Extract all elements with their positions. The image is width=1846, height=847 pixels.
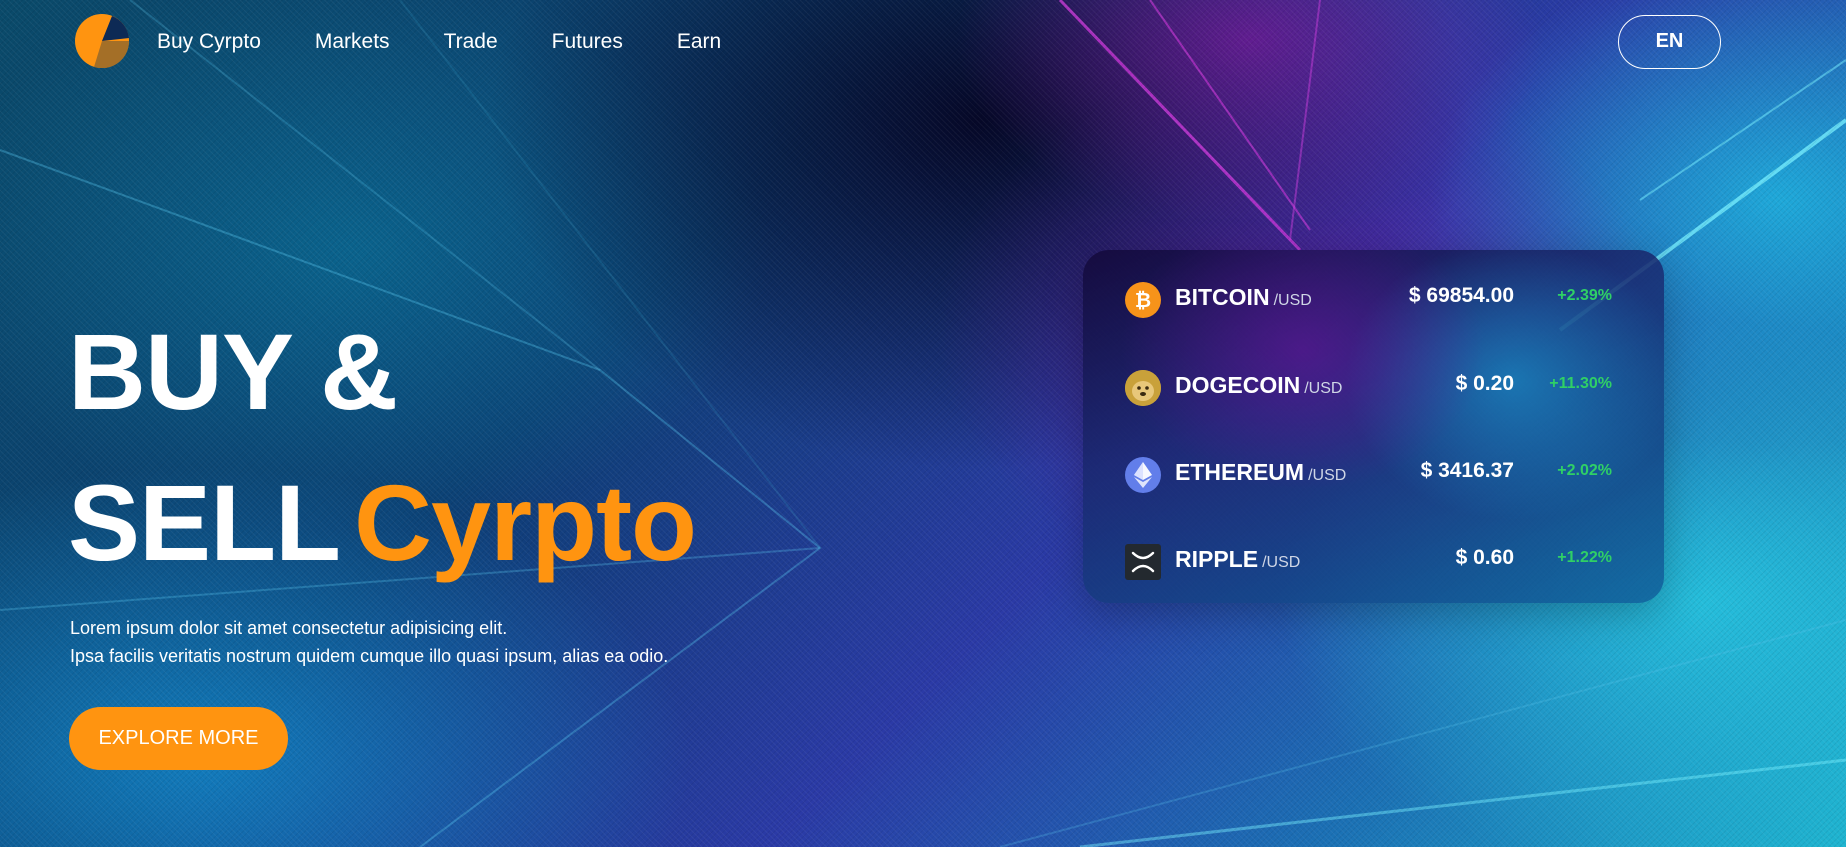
nav-link-markets[interactable]: Markets [315,30,390,54]
hero-description-line1: Lorem ipsum dolor sit amet consectetur a… [70,618,508,638]
price-row-dogecoin[interactable]: DOGECOIN/USD $ 0.20 +11.30% [1083,362,1664,412]
ethereum-icon [1125,457,1161,493]
coin-change: +1.22% [1557,549,1612,566]
nav-link-futures[interactable]: Futures [552,30,623,54]
ripple-icon [1125,544,1161,580]
coin-unit: /USD [1304,380,1343,397]
nav-link-earn[interactable]: Earn [677,30,721,54]
coin-name-text: RIPPLE [1175,546,1259,572]
svg-text:₿: ₿ [1135,289,1151,311]
coin-name: ETHEREUM/USD [1175,459,1346,486]
coin-unit: /USD [1273,292,1312,309]
coin-name-text: BITCOIN [1175,284,1270,310]
hero-title-line2: SELL Cyrpto [68,462,697,583]
explore-more-button[interactable]: EXPLORE MORE [69,707,288,770]
coin-unit: /USD [1262,554,1301,571]
brand-logo-icon[interactable] [72,14,132,68]
nav-menu: Buy Cyrpto Markets Trade Futures Earn [157,30,721,54]
coin-name-text: DOGECOIN [1175,372,1301,398]
price-ticker-card: ₿ BITCOIN/USD $ 69854.00 +2.39% DOGECOIN… [1083,250,1664,603]
hero-title-accent: Cyrpto [354,462,697,583]
coin-change: +2.02% [1557,462,1612,479]
price-row-ripple[interactable]: RIPPLE/USD $ 0.60 +1.22% [1083,536,1664,586]
coin-unit: /USD [1308,467,1347,484]
coin-price: $ 3416.37 [1420,459,1514,482]
coin-name: BITCOIN/USD [1175,284,1312,311]
coin-change: +11.30% [1549,375,1612,392]
price-row-bitcoin[interactable]: ₿ BITCOIN/USD $ 69854.00 +2.39% [1083,274,1664,324]
hero-description: Lorem ipsum dolor sit amet consectetur a… [70,614,668,670]
coin-price: $ 69854.00 [1408,284,1514,307]
coin-name-text: ETHEREUM [1175,459,1305,485]
coin-change: +2.39% [1557,287,1612,304]
coin-name: RIPPLE/USD [1175,546,1300,573]
nav-link-trade[interactable]: Trade [444,30,498,54]
price-row-ethereum[interactable]: ETHEREUM/USD $ 3416.37 +2.02% [1083,449,1664,499]
coin-price: $ 0.60 [1455,546,1514,569]
bitcoin-icon: ₿ [1125,282,1161,318]
dogecoin-icon [1125,370,1161,406]
language-button[interactable]: EN [1618,15,1721,69]
nav-link-buy-crypto[interactable]: Buy Cyrpto [157,30,261,54]
hero-title-line1: BUY & [68,311,398,432]
hero-description-line2: Ipsa facilis veritatis nostrum quidem cu… [70,646,669,666]
top-navigation: Buy Cyrpto Markets Trade Futures Earn EN [0,0,1846,84]
hero-title-plain: SELL [68,462,341,583]
coin-price: $ 0.20 [1455,372,1514,395]
coin-name: DOGECOIN/USD [1175,372,1342,399]
